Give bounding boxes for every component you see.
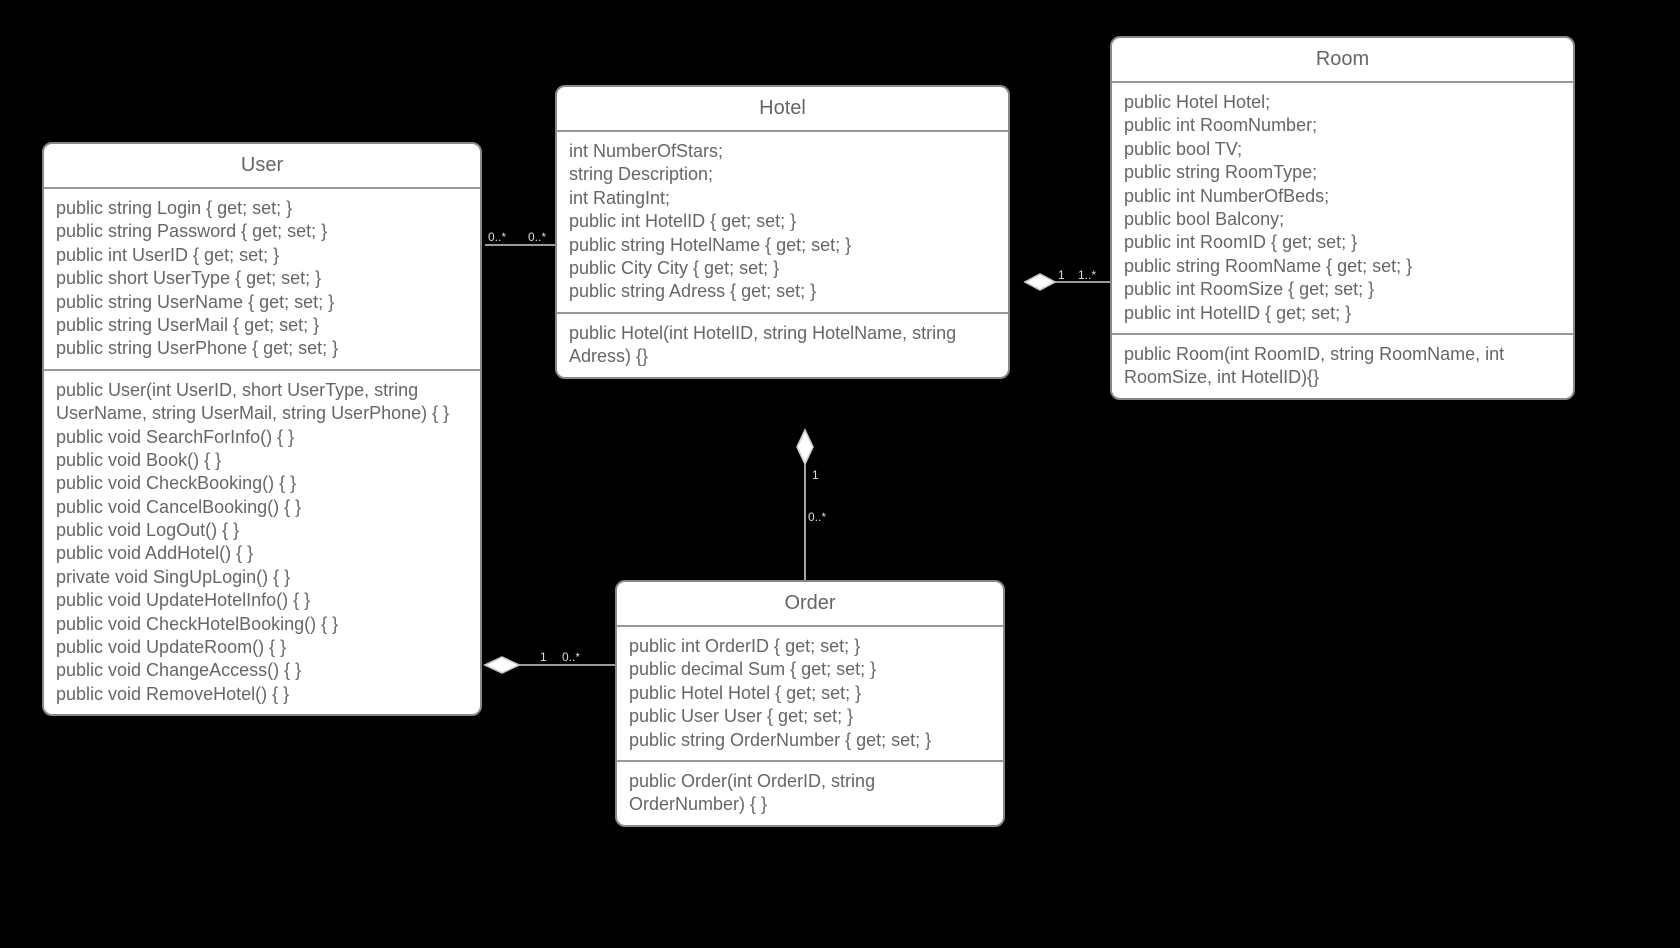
class-hotel-attrs: int NumberOfStars; string Description; i… bbox=[557, 132, 1008, 314]
attr: public string RoomName { get; set; } bbox=[1124, 255, 1561, 278]
attr: public int RoomID { get; set; } bbox=[1124, 231, 1561, 254]
mult-hotel-order-bottom: 0..* bbox=[808, 510, 826, 524]
class-order: Order public int OrderID { get; set; } p… bbox=[615, 580, 1005, 827]
class-room-title: Room bbox=[1112, 38, 1573, 83]
attr: public string HotelName { get; set; } bbox=[569, 234, 996, 257]
class-hotel: Hotel int NumberOfStars; string Descript… bbox=[555, 85, 1010, 379]
attr: int RatingInt; bbox=[569, 187, 996, 210]
attr: int NumberOfStars; bbox=[569, 140, 996, 163]
mult-hotel-room-left: 1 bbox=[1058, 268, 1065, 282]
op: public Hotel(int HotelID, string HotelNa… bbox=[569, 322, 996, 369]
attr: public string OrderNumber { get; set; } bbox=[629, 729, 991, 752]
attr: public City City { get; set; } bbox=[569, 257, 996, 280]
attr: public bool TV; bbox=[1124, 138, 1561, 161]
mult-user-hotel-left: 0..* bbox=[488, 230, 506, 244]
attr: public string UserPhone { get; set; } bbox=[56, 337, 468, 360]
op: public void LogOut() { } bbox=[56, 519, 468, 542]
class-order-title: Order bbox=[617, 582, 1003, 627]
attr: public decimal Sum { get; set; } bbox=[629, 658, 991, 681]
attr: public int RoomSize { get; set; } bbox=[1124, 278, 1561, 301]
op: public void ChangeAccess() { } bbox=[56, 659, 468, 682]
attr: public User User { get; set; } bbox=[629, 705, 991, 728]
op: public void CheckHotelBooking() { } bbox=[56, 613, 468, 636]
op: public void CheckBooking() { } bbox=[56, 472, 468, 495]
attr: string Description; bbox=[569, 163, 996, 186]
attr: public int NumberOfBeds; bbox=[1124, 185, 1561, 208]
op: public void Book() { } bbox=[56, 449, 468, 472]
op: public void UpdateHotelInfo() { } bbox=[56, 589, 468, 612]
uml-canvas: 0..* 0..* 1 1..* 1 0..* 1 0..* User publ… bbox=[0, 0, 1680, 948]
attr: public Hotel Hotel; bbox=[1124, 91, 1561, 114]
op: public User(int UserID, short UserType, … bbox=[56, 379, 468, 426]
class-room-attrs: public Hotel Hotel; public int RoomNumbe… bbox=[1112, 83, 1573, 335]
attr: public int RoomNumber; bbox=[1124, 114, 1561, 137]
attr: public int UserID { get; set; } bbox=[56, 244, 468, 267]
op: public void SearchForInfo() { } bbox=[56, 426, 468, 449]
mult-user-hotel-right: 0..* bbox=[528, 230, 546, 244]
attr: public int OrderID { get; set; } bbox=[629, 635, 991, 658]
mult-user-order-left: 1 bbox=[540, 650, 547, 664]
class-user: User public string Login { get; set; } p… bbox=[42, 142, 482, 716]
attr: public int HotelID { get; set; } bbox=[569, 210, 996, 233]
attr: public string UserName { get; set; } bbox=[56, 291, 468, 314]
attr: public bool Balcony; bbox=[1124, 208, 1561, 231]
mult-hotel-room-right: 1..* bbox=[1078, 268, 1096, 282]
attr: public Hotel Hotel { get; set; } bbox=[629, 682, 991, 705]
class-hotel-title: Hotel bbox=[557, 87, 1008, 132]
op: public void AddHotel() { } bbox=[56, 542, 468, 565]
attr: public string Login { get; set; } bbox=[56, 197, 468, 220]
op: private void SingUpLogin() { } bbox=[56, 566, 468, 589]
op: public Room(int RoomID, string RoomName,… bbox=[1124, 343, 1561, 390]
attr: public string UserMail { get; set; } bbox=[56, 314, 468, 337]
class-order-ops: public Order(int OrderID, string OrderNu… bbox=[617, 762, 1003, 825]
op: public void UpdateRoom() { } bbox=[56, 636, 468, 659]
op: public Order(int OrderID, string OrderNu… bbox=[629, 770, 991, 817]
mult-user-order-right: 0..* bbox=[562, 650, 580, 664]
mult-hotel-order-top: 1 bbox=[812, 468, 819, 482]
class-user-title: User bbox=[44, 144, 480, 189]
class-hotel-ops: public Hotel(int HotelID, string HotelNa… bbox=[557, 314, 1008, 377]
class-user-ops: public User(int UserID, short UserType, … bbox=[44, 371, 480, 714]
op: public void CancelBooking() { } bbox=[56, 496, 468, 519]
attr: public string RoomType; bbox=[1124, 161, 1561, 184]
attr: public string Password { get; set; } bbox=[56, 220, 468, 243]
class-room-ops: public Room(int RoomID, string RoomName,… bbox=[1112, 335, 1573, 398]
class-room: Room public Hotel Hotel; public int Room… bbox=[1110, 36, 1575, 400]
op: public void RemoveHotel() { } bbox=[56, 683, 468, 706]
class-user-attrs: public string Login { get; set; } public… bbox=[44, 189, 480, 371]
class-order-attrs: public int OrderID { get; set; } public … bbox=[617, 627, 1003, 762]
attr: public int HotelID { get; set; } bbox=[1124, 302, 1561, 325]
attr: public short UserType { get; set; } bbox=[56, 267, 468, 290]
attr: public string Adress { get; set; } bbox=[569, 280, 996, 303]
